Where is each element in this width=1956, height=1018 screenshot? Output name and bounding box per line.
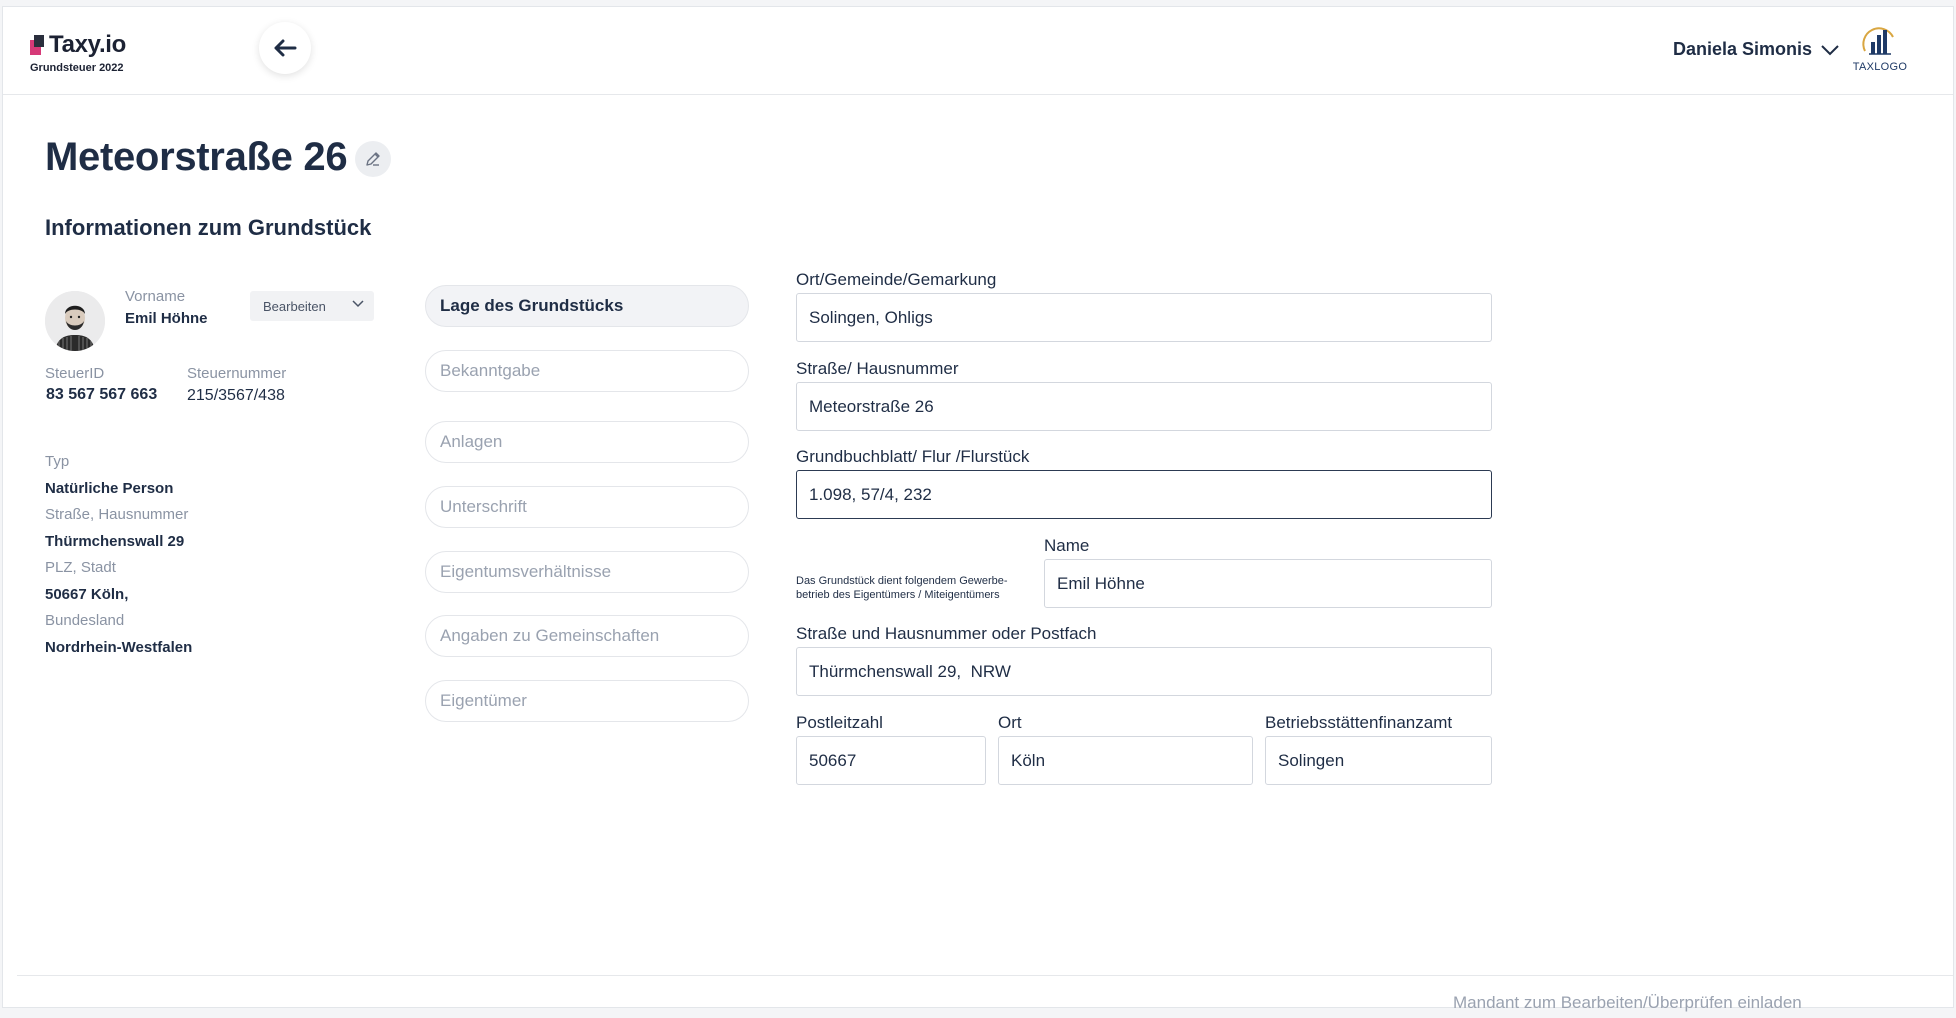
steuerid-value: 83 567 567 663 [46,386,158,403]
chevron-down-icon [352,300,364,308]
ort-label: Ort/Gemeinde/Gemarkung [796,270,997,289]
tax-logo: TAXLOGO [1849,25,1911,77]
edit-dropdown[interactable]: Bearbeiten [250,291,374,321]
plz-value: 50667 Köln, [45,586,129,603]
gewerbe-note: Das Grundstück dient folgendem Gewerbe-b… [796,575,1008,601]
finanzamt-label: Betriebsstättenfinanzamt [1265,713,1453,732]
avatar [45,291,105,351]
arrow-left-icon [274,39,297,57]
edit-title-button[interactable] [355,141,391,177]
plz-label: PLZ, Stadt [45,559,116,576]
typ-value: Natürliche Person [45,480,174,497]
finanzamt-input[interactable] [1265,736,1492,785]
pencil-icon [366,152,380,166]
user-name: Daniela Simonis [1673,39,1813,59]
bundesland-value: Nordrhein-Westfalen [45,639,193,656]
name-input[interactable] [1044,559,1492,608]
top-header: Taxy.io Grundsteuer 2022 Daniela Simonis [3,7,1953,95]
strasse-hausnummer-label: Straße/ Hausnummer [796,359,959,378]
person-avatar-icon [45,291,105,351]
vorname-value: Emil Höhne [125,310,208,327]
name-label: Name [1044,536,1090,555]
page-title: Meteorstraße 26 [45,135,348,179]
steuerid-label: SteuerID [45,365,105,382]
nav-angaben-zu-gemeinschaften[interactable]: Angaben zu Gemeinschaften [425,615,749,657]
brand-name: Taxy.io [49,31,127,58]
section-title: Informationen zum Grundstück [45,215,372,240]
invite-client-link[interactable]: Mandant zum Bearbeiten/Überprüfen einlad… [1453,993,1802,1013]
tax-logo-text: TAXLOGO [1852,61,1908,73]
strasse-label: Straße, Hausnummer [45,506,189,523]
app-frame: Taxy.io Grundsteuer 2022 Daniela Simonis [2,6,1954,1012]
ort2-input[interactable] [998,736,1253,785]
bundesland-label: Bundesland [45,612,125,629]
vorname-label: Vorname [125,288,186,305]
nav-eigentuemer[interactable]: Eigentümer [425,680,749,722]
typ-label: Typ [45,453,70,470]
back-button[interactable] [259,22,311,74]
nav-lage-des-grundstuecks[interactable]: Lage des Grundstücks [425,285,749,327]
postleitzahl-label: Postleitzahl [796,713,883,732]
brand-logo[interactable]: Taxy.io Grundsteuer 2022 [30,31,126,74]
strasse-hausnummer-input[interactable] [796,382,1492,431]
grundbuch-input[interactable] [796,470,1492,519]
nav-eigentumsverhaeltnisse[interactable]: Eigentumsverhältnisse [425,551,749,593]
postfach-input[interactable] [796,647,1492,696]
ort2-label: Ort [998,713,1022,732]
nav-bekanntgabe[interactable]: Bekanntgabe [425,350,749,392]
edit-dropdown-label: Bearbeiten [263,298,326,314]
steuernummer-value: 215/3567/438 [187,387,285,404]
postfach-label: Straße und Hausnummer oder Postfach [796,624,1097,643]
brand-subtitle: Grundsteuer 2022 [30,62,124,74]
nav-anlagen[interactable]: Anlagen [425,421,749,463]
ort-input[interactable] [796,293,1492,342]
chevron-down-icon [1821,44,1839,55]
footer-divider [17,975,1953,976]
postleitzahl-input[interactable] [796,736,986,785]
nav-unterschrift[interactable]: Unterschrift [425,486,749,528]
grundbuch-label: Grundbuchblatt/ Flur /Flurstück [796,447,1030,466]
building-chart-icon [1862,27,1894,55]
strasse-value: Thürmchenswall 29 [45,533,185,550]
user-menu[interactable]: Daniela Simonis [1673,39,1840,60]
brand-mark-icon [30,35,44,55]
steuernummer-label: Steuernummer [187,365,287,382]
